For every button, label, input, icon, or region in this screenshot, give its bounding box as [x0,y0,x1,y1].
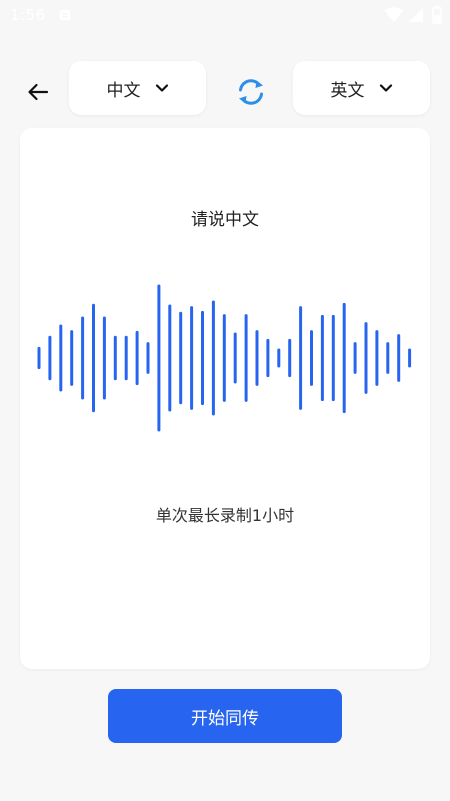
signal-icon [409,8,423,22]
audio-waveform [37,284,412,432]
wifi-icon [384,7,404,22]
source-language-select[interactable]: 中文 [69,61,206,115]
chevron-down-icon [379,84,392,92]
notification-icon [60,10,70,20]
speak-prompt: 请说中文 [191,210,259,230]
target-language-select[interactable]: 英文 [293,61,430,115]
swap-refresh-icon [239,79,263,105]
arrow-left-icon [28,83,49,101]
status-time: 1:56 [10,6,46,24]
recording-card: 请说中文 单次最长录制1小时 [20,128,430,669]
back-button[interactable] [20,74,56,110]
start-interpretation-button[interactable]: 开始同传 [108,689,342,743]
target-language-label: 英文 [330,80,365,101]
swap-languages-button[interactable] [234,75,268,109]
recording-limit-text: 单次最长录制1小时 [155,506,295,525]
status-bar: 1:56 [0,0,450,32]
source-language-label: 中文 [106,80,141,101]
battery-icon [432,6,442,24]
chevron-down-icon [155,84,168,92]
